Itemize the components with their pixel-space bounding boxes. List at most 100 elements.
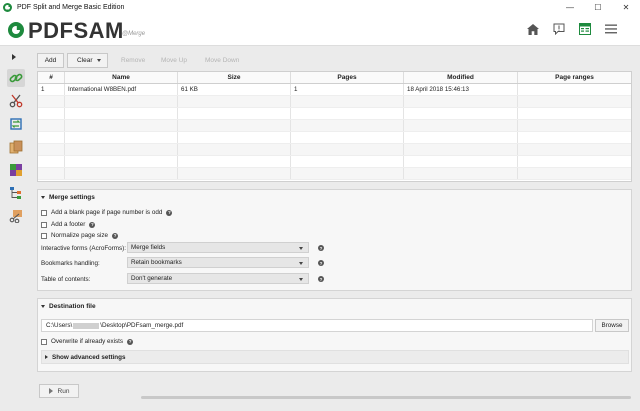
- advanced-settings-toggle[interactable]: Show advanced settings: [41, 350, 629, 364]
- help-icon[interactable]: ?: [318, 276, 324, 282]
- sidebar-item-merge[interactable]: [7, 69, 25, 87]
- move-up-button[interactable]: Move Up: [161, 57, 187, 64]
- blank-page-checkbox[interactable]: [41, 209, 47, 216]
- chevron-down-icon: [299, 278, 303, 281]
- toc-value: Don't generate: [131, 275, 173, 282]
- modules-icon[interactable]: [578, 22, 592, 36]
- help-icon[interactable]: ?: [112, 232, 119, 239]
- path-suffix: \Desktop\PDFsam_merge.pdf: [100, 322, 184, 329]
- remove-button[interactable]: Remove: [121, 57, 145, 64]
- empty-row: [38, 144, 631, 156]
- destination-path-input[interactable]: C:\Users\ \Desktop\PDFsam_merge.pdf: [41, 319, 593, 332]
- overwrite-label: Overwrite if already exists: [51, 338, 124, 345]
- help-icon[interactable]: ?: [166, 209, 173, 216]
- table-header: # Name Size Pages Modified Page ranges: [38, 72, 631, 84]
- cell-index: 1: [38, 84, 65, 95]
- rotate-icon: [10, 118, 22, 130]
- help-icon[interactable]: ?: [127, 338, 134, 345]
- app-logo-icon: [3, 2, 12, 12]
- add-button[interactable]: Add: [37, 53, 64, 68]
- cell-size: 61 KB: [178, 84, 291, 95]
- progress-bar: [141, 396, 631, 399]
- chevron-down-icon: [299, 262, 303, 265]
- sidebar-item-split-by-size[interactable]: [7, 207, 25, 225]
- play-icon: [48, 388, 53, 394]
- empty-row: [38, 120, 631, 132]
- move-down-button[interactable]: Move Down: [205, 57, 239, 64]
- forms-select[interactable]: Merge fields: [127, 242, 309, 253]
- split-by-size-icon: [9, 210, 22, 223]
- help-icon[interactable]: ?: [318, 245, 324, 251]
- scissors-icon: [9, 94, 23, 108]
- app-logo-text: PDFSAM: [28, 18, 124, 43]
- home-icon[interactable]: [526, 22, 540, 36]
- bookmarks-value: Retain bookmarks: [131, 259, 182, 266]
- collapse-icon: [41, 196, 45, 199]
- table-row[interactable]: 1 International W8BEN.pdf 61 KB 1 18 Apr…: [38, 84, 631, 96]
- sidebar-item-rotate[interactable]: [7, 115, 25, 133]
- files-table[interactable]: # Name Size Pages Modified Page ranges 1…: [37, 71, 632, 182]
- toc-select[interactable]: Don't generate: [127, 273, 309, 284]
- pdfsam-logo-icon: [8, 22, 24, 38]
- chevron-down-icon: [299, 247, 303, 250]
- extract-pages-icon: [9, 140, 23, 154]
- column-header-size[interactable]: Size: [178, 72, 291, 83]
- sidebar-item-split-by-bookmarks[interactable]: [7, 184, 25, 202]
- forms-label: Interactive forms (AcroForms):: [41, 245, 127, 252]
- bookmarks-label: Bookmarks handling:: [41, 260, 100, 267]
- menu-icon[interactable]: [604, 22, 618, 36]
- alternate-mix-icon: [10, 164, 22, 176]
- toc-label: Table of contents:: [41, 276, 91, 283]
- merge-settings-title: Merge settings: [49, 194, 95, 201]
- run-button[interactable]: Run: [39, 384, 79, 398]
- blank-page-label: Add a blank page if page number is odd: [51, 209, 163, 216]
- maximize-button[interactable]: ☐: [584, 0, 612, 14]
- expand-icon: [45, 355, 48, 359]
- run-label: Run: [57, 387, 70, 395]
- link-icon: [9, 73, 23, 83]
- title-bar: PDF Split and Merge Basic Edition — ☐ ✕: [0, 0, 640, 14]
- advanced-settings-label: Show advanced settings: [52, 353, 126, 361]
- sidebar-expand-icon[interactable]: [12, 54, 16, 60]
- bookmarks-tree-icon: [10, 187, 21, 199]
- empty-row: [38, 108, 631, 120]
- destination-header[interactable]: Destination file: [41, 303, 96, 310]
- clear-button[interactable]: Clear: [67, 53, 108, 68]
- column-header-index[interactable]: #: [38, 72, 65, 83]
- column-header-name[interactable]: Name: [65, 72, 178, 83]
- minimize-button[interactable]: —: [556, 0, 584, 14]
- overwrite-option: Overwrite if already exists ?: [41, 338, 134, 345]
- help-icon[interactable]: ?: [318, 260, 324, 266]
- bookmarks-select[interactable]: Retain bookmarks: [127, 257, 309, 268]
- column-header-modified[interactable]: Modified: [404, 72, 518, 83]
- app-header: PDFSAM @Merge: [0, 14, 640, 46]
- normalize-checkbox[interactable]: [41, 232, 47, 239]
- column-header-pages[interactable]: Pages: [291, 72, 404, 83]
- add-footer-checkbox[interactable]: [41, 221, 47, 228]
- blank-page-option: Add a blank page if page number is odd ?: [41, 209, 173, 216]
- window-title: PDF Split and Merge Basic Edition: [17, 3, 125, 11]
- news-icon[interactable]: [552, 22, 566, 36]
- close-button[interactable]: ✕: [612, 0, 640, 14]
- header-actions: [526, 22, 618, 36]
- add-footer-label: Add a footer: [51, 221, 86, 228]
- sidebar-item-alternate-mix[interactable]: [7, 161, 25, 179]
- path-prefix: C:\Users\: [46, 322, 73, 329]
- table-body: 1 International W8BEN.pdf 61 KB 1 18 Apr…: [38, 84, 631, 180]
- browse-button[interactable]: Browse: [595, 319, 629, 332]
- overwrite-checkbox[interactable]: [41, 338, 47, 345]
- collapse-icon: [41, 305, 45, 308]
- sidebar-item-extract[interactable]: [7, 138, 25, 156]
- redacted-username: [73, 322, 100, 329]
- cell-name: International W8BEN.pdf: [65, 84, 178, 95]
- sidebar-item-split[interactable]: [7, 92, 25, 110]
- column-header-page-ranges[interactable]: Page ranges: [518, 72, 631, 83]
- destination-title: Destination file: [49, 303, 96, 310]
- help-icon[interactable]: ?: [89, 221, 96, 228]
- empty-row: [38, 168, 631, 180]
- empty-row: [38, 156, 631, 168]
- current-module-label: @Merge: [122, 31, 146, 37]
- merge-settings-header[interactable]: Merge settings: [41, 194, 95, 201]
- cell-page-ranges[interactable]: [518, 84, 631, 95]
- window-controls: — ☐ ✕: [556, 0, 640, 14]
